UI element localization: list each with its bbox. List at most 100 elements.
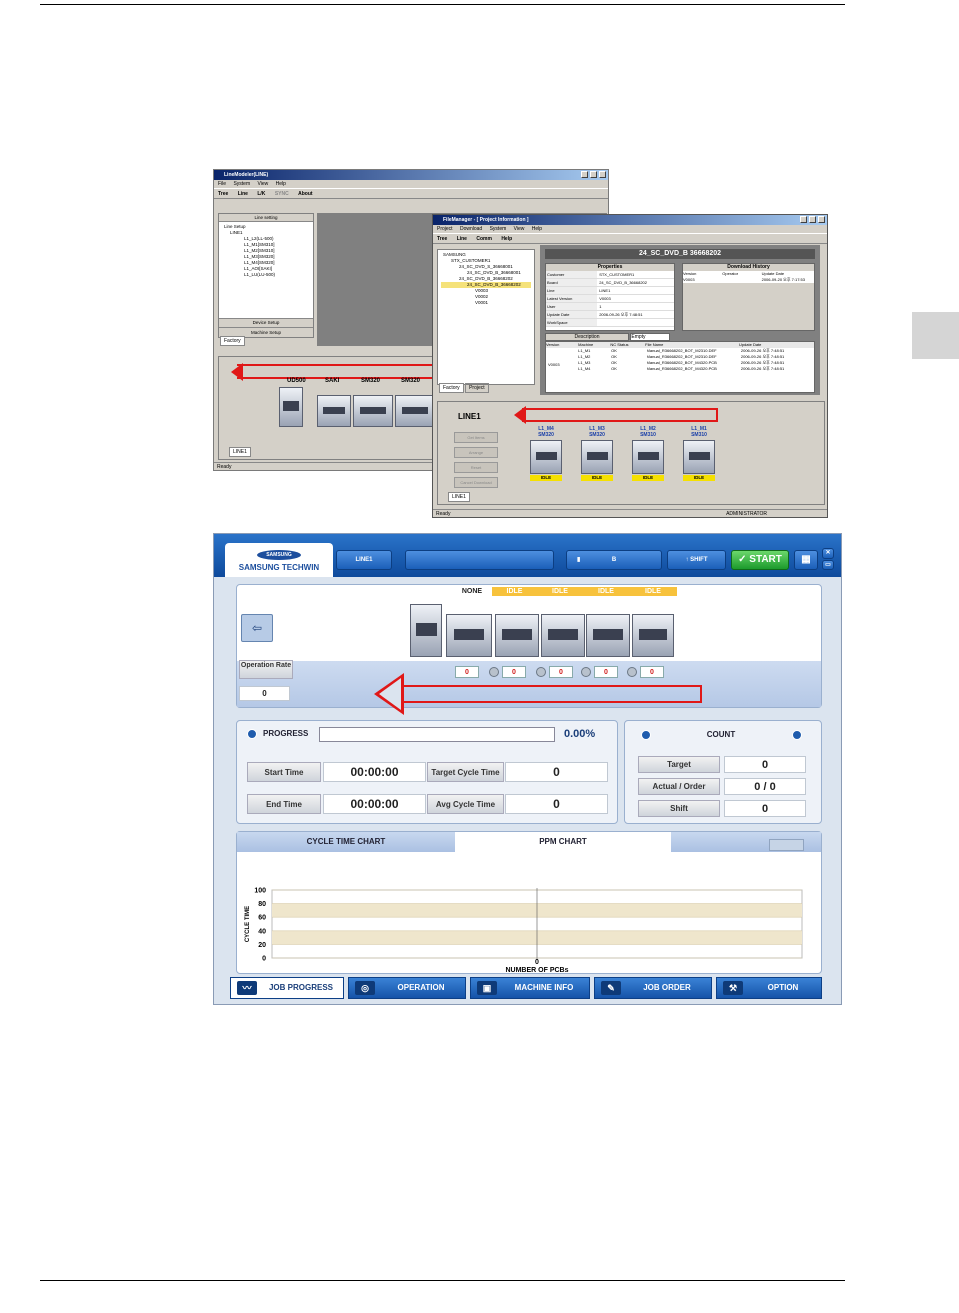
maximize-button[interactable] <box>809 216 816 223</box>
table-cell: Manual_R36668202_BOT_M4320.PCB <box>646 366 717 371</box>
board-side-button[interactable]: ▮ B <box>566 550 662 570</box>
toolbar-tree[interactable]: Tree <box>437 236 447 242</box>
chapter-tab-marker <box>912 312 959 359</box>
maximize-button[interactable] <box>590 171 597 178</box>
menu-view[interactable]: View <box>258 181 269 187</box>
toolbar-line[interactable]: Line <box>457 236 467 242</box>
toolbar-comm[interactable]: Comm <box>476 236 492 242</box>
download-row[interactable]: V0003 2006-09-20 오후 7:17:53 <box>683 277 814 283</box>
machine-image <box>446 614 492 657</box>
status-text: Ready <box>436 511 451 517</box>
machine-state: IDLE <box>581 475 613 481</box>
description-tab[interactable]: Description <box>545 333 629 341</box>
toolbar-help[interactable]: Help <box>501 236 512 242</box>
line-select-button[interactable]: LINE1 <box>336 550 392 570</box>
side-button[interactable]: Get Items <box>454 432 498 443</box>
menu-system[interactable]: System <box>233 181 250 187</box>
tab-cycle-time-chart[interactable]: CYCLE TIME CHART <box>237 832 455 852</box>
property-row[interactable]: Line LINE1 <box>546 287 674 295</box>
tab-label: MACHINE INFO <box>514 983 574 992</box>
progress-value: 0.00% <box>564 728 596 740</box>
close-button[interactable] <box>599 171 606 178</box>
job-name-button[interactable] <box>405 550 554 570</box>
minimize-button[interactable] <box>800 216 807 223</box>
empty-tab[interactable]: Empty <box>630 333 671 341</box>
filemanager-window: FileManager - [ Project Information ] Pr… <box>432 214 828 518</box>
tab-operation[interactable]: ◎ OPERATION <box>348 977 466 999</box>
side-button[interactable]: Arrange <box>454 447 498 458</box>
machine-image <box>395 395 435 427</box>
machine-image[interactable] <box>683 440 715 474</box>
toolbar-tree[interactable]: Tree <box>218 191 228 197</box>
line-tab[interactable]: LINE1 <box>229 447 251 457</box>
download-history-panel: Download History Version Operator Update… <box>682 263 815 331</box>
machine-image[interactable] <box>581 440 613 474</box>
table-row[interactable]: L1_M4 OK Manual_R36668202_BOT_M4320.PCB 200… <box>578 366 814 372</box>
start-button[interactable]: ✓ START <box>731 550 789 570</box>
menu-download[interactable]: Download <box>460 226 482 232</box>
side-button[interactable]: Reset <box>454 462 498 473</box>
table-rows: L1_M1 OK Manual_R36668202_BOT_M2310.DEF 200… <box>578 348 814 372</box>
panel-header: Line setting <box>219 214 313 222</box>
end-time-value: 00:00:00 <box>323 794 426 814</box>
layout-icon[interactable]: ▦ <box>794 550 818 570</box>
toolbar-about[interactable]: About <box>298 191 312 197</box>
property-row[interactable]: Customer STX_CUSTOMER1 <box>546 271 674 279</box>
tab-job-order[interactable]: ✎ JOB ORDER <box>594 977 712 999</box>
tab-job-progress[interactable]: 〰 JOB PROGRESS <box>230 977 344 999</box>
property-row[interactable]: WorkSpace <box>546 319 674 327</box>
property-row[interactable]: Board 24_SC_DVD_B_36668202 <box>546 279 674 287</box>
menu-help[interactable]: Help <box>532 226 542 232</box>
device-setup-button[interactable]: Device Setup <box>219 318 313 327</box>
chart-option-box[interactable] <box>769 839 804 851</box>
brand-logo: SAMSUNG SAMSUNG TECHWIN <box>225 543 333 577</box>
count-next-icon[interactable] <box>792 730 802 740</box>
tab-machine-info[interactable]: ▣ MACHINE INFO <box>470 977 590 999</box>
machine-image <box>586 614 630 657</box>
tab-option[interactable]: ⚒ OPTION <box>716 977 822 999</box>
close-button[interactable] <box>818 216 825 223</box>
properties-panel: Properties Customer STX_CUSTOMER1 Board 24_… <box>545 263 675 331</box>
minimize-icon[interactable]: ▭ <box>822 560 834 570</box>
target-cycle-value: 0 <box>505 762 608 782</box>
machine-image[interactable] <box>632 440 664 474</box>
board-icon: ▮ <box>577 557 581 563</box>
side-button[interactable]: Cancel Download <box>454 477 498 488</box>
toolbar-line[interactable]: Line <box>238 191 248 197</box>
board-transfer-icon[interactable]: ⇦ <box>241 614 273 642</box>
menu-view[interactable]: View <box>514 226 525 232</box>
menu-help[interactable]: Help <box>276 181 286 187</box>
line-tab[interactable]: LINE1 <box>448 492 470 502</box>
line-view-panel: LINE1 Get Items Arrange Reset Cancel Downlo… <box>437 401 825 505</box>
machine-image[interactable] <box>530 440 562 474</box>
col-header: Version <box>546 342 560 347</box>
footer-rule <box>40 1280 845 1281</box>
menu-project[interactable]: Project <box>437 226 453 232</box>
tree-node[interactable]: L1_LU(LU-500) <box>222 272 310 278</box>
cell: 2006-09-20 오후 7:17:53 <box>761 277 805 282</box>
factory-tab[interactable]: Factory <box>220 336 245 346</box>
tab-ppm-chart[interactable]: PPM CHART <box>455 832 671 852</box>
property-row[interactable]: User 1 <box>546 303 674 311</box>
red-arrow-head <box>231 363 243 381</box>
rate-separator-icon <box>489 667 499 677</box>
count-prev-icon[interactable] <box>641 730 651 740</box>
machine-image <box>541 614 585 657</box>
tree-node[interactable]: V0001 <box>441 300 531 306</box>
minimize-button[interactable] <box>581 171 588 178</box>
end-time-label: End Time <box>247 794 321 814</box>
menu-system[interactable]: System <box>490 226 507 232</box>
close-icon[interactable]: ✕ <box>822 548 834 559</box>
machine-image <box>632 614 674 657</box>
toolbar-lk[interactable]: L/K <box>257 191 265 197</box>
property-row[interactable]: Update Date 2006-09-26 오후 7:48:51 <box>546 311 674 319</box>
shift-button[interactable]: ↑ SHIFT <box>667 550 726 570</box>
project-tab[interactable]: Project <box>465 383 489 393</box>
menu-file[interactable]: File <box>218 181 226 187</box>
property-row[interactable]: Latest Version V0003 <box>546 295 674 303</box>
machine-rate-value: 0 <box>594 666 618 678</box>
machine-state: IDLE <box>632 475 664 481</box>
toolbar-sync[interactable]: SYNC <box>275 191 289 197</box>
factory-tab[interactable]: Factory <box>439 383 464 393</box>
machine-status-none: NONE <box>461 588 483 595</box>
